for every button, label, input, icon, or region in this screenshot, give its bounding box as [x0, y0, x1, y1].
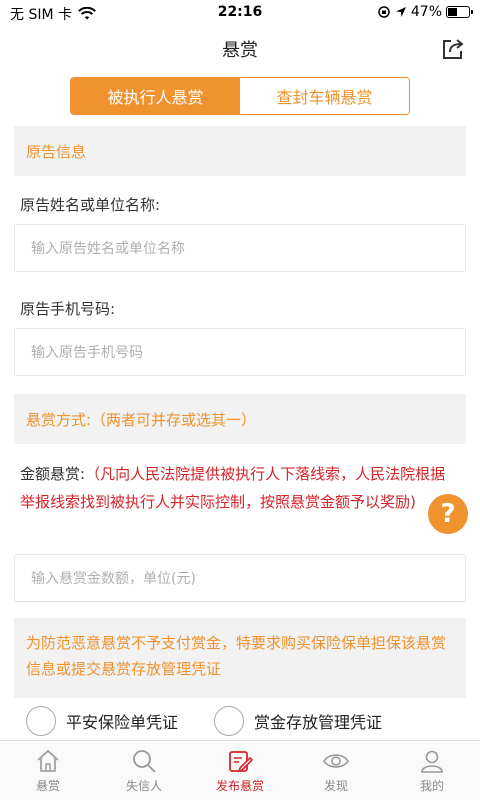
voucher-options: 平安保险单凭证 赏金存放管理凭证 [0, 706, 480, 740]
tab-publish-reward[interactable]: 发布悬赏 [192, 741, 288, 800]
tab-publish-label: 发布悬赏 [215, 779, 264, 793]
battery-percent: 47% [410, 4, 442, 20]
reward-amount-placeholder: 输入悬赏金数额，单位(元) [31, 571, 196, 587]
plaintiff-phone-label: 原告手机号码: [20, 300, 116, 318]
tab-reward[interactable]: 悬赏 [0, 741, 96, 800]
tab-mine[interactable]: 我的 [384, 741, 480, 800]
nav-bar: 悬赏 [0, 26, 480, 72]
radio-insurance-voucher[interactable]: 平安保险单凭证 [26, 706, 178, 736]
tab-bar: 悬赏 失信人 发布悬赏 发现 我的 [0, 740, 480, 800]
plaintiff-phone-input[interactable]: 输入原告手机号码 [14, 328, 466, 376]
tab-debtor-reward[interactable]: 被执行人悬赏 [71, 78, 240, 114]
location-icon [395, 7, 406, 17]
status-right: 47% [377, 4, 473, 20]
home-icon [37, 749, 59, 772]
plaintiff-phone-placeholder: 输入原告手机号码 [31, 345, 143, 361]
edit-icon [229, 751, 254, 773]
reward-type-segment: 被执行人悬赏 查封车辆悬赏 [70, 77, 410, 115]
amount-reward-label: 金额悬赏: [20, 465, 86, 483]
page-title: 悬赏 [222, 40, 258, 61]
battery-icon [446, 6, 473, 18]
status-bar: 无 SIM 卡 22:16 47% [0, 0, 480, 26]
radio-insurance-label: 平安保险单凭证 [66, 713, 179, 732]
tab-reward-label: 悬赏 [35, 779, 60, 793]
tab-mine-label: 我的 [419, 779, 444, 793]
reward-method-title: 悬赏方式:（两者可并存或选其一） [14, 394, 466, 444]
radio-deposit-label: 赏金存放管理凭证 [254, 713, 383, 732]
tab-discover[interactable]: 发现 [288, 741, 384, 800]
search-icon [133, 750, 156, 773]
reward-amount-input[interactable]: 输入悬赏金数额，单位(元) [14, 554, 466, 602]
plaintiff-name-input[interactable]: 输入原告姓名或单位名称 [14, 224, 466, 272]
orientation-lock-icon [378, 6, 390, 18]
tab-dishonest[interactable]: 失信人 [96, 741, 192, 800]
radio-deposit-voucher[interactable]: 赏金存放管理凭证 [214, 706, 382, 736]
question-icon: ? [440, 499, 456, 529]
insurance-warning: 为防范恶意悬赏不予支付赏金，特要求购买保险保单担保该悬赏信息或提交悬赏存放管理凭… [14, 618, 466, 698]
tab-discover-label: 发现 [323, 779, 348, 793]
radio-circle [214, 706, 244, 736]
radio-circle [26, 706, 56, 736]
plaintiff-name-placeholder: 输入原告姓名或单位名称 [31, 241, 185, 257]
share-icon[interactable] [440, 36, 466, 62]
plaintiff-section-title: 原告信息 [14, 126, 466, 176]
eye-icon [323, 754, 349, 768]
tab-dishonest-label: 失信人 [125, 779, 162, 793]
user-icon [421, 750, 443, 773]
help-button[interactable]: ? [428, 494, 468, 534]
amount-reward-description: 金额悬赏:（凡向人民法院提供被执行人下落线索，人民法院根据举报线索找到被执行人并… [20, 460, 460, 516]
tab-vehicle-reward[interactable]: 查封车辆悬赏 [240, 78, 409, 114]
plaintiff-name-label: 原告姓名或单位名称: [20, 196, 161, 214]
